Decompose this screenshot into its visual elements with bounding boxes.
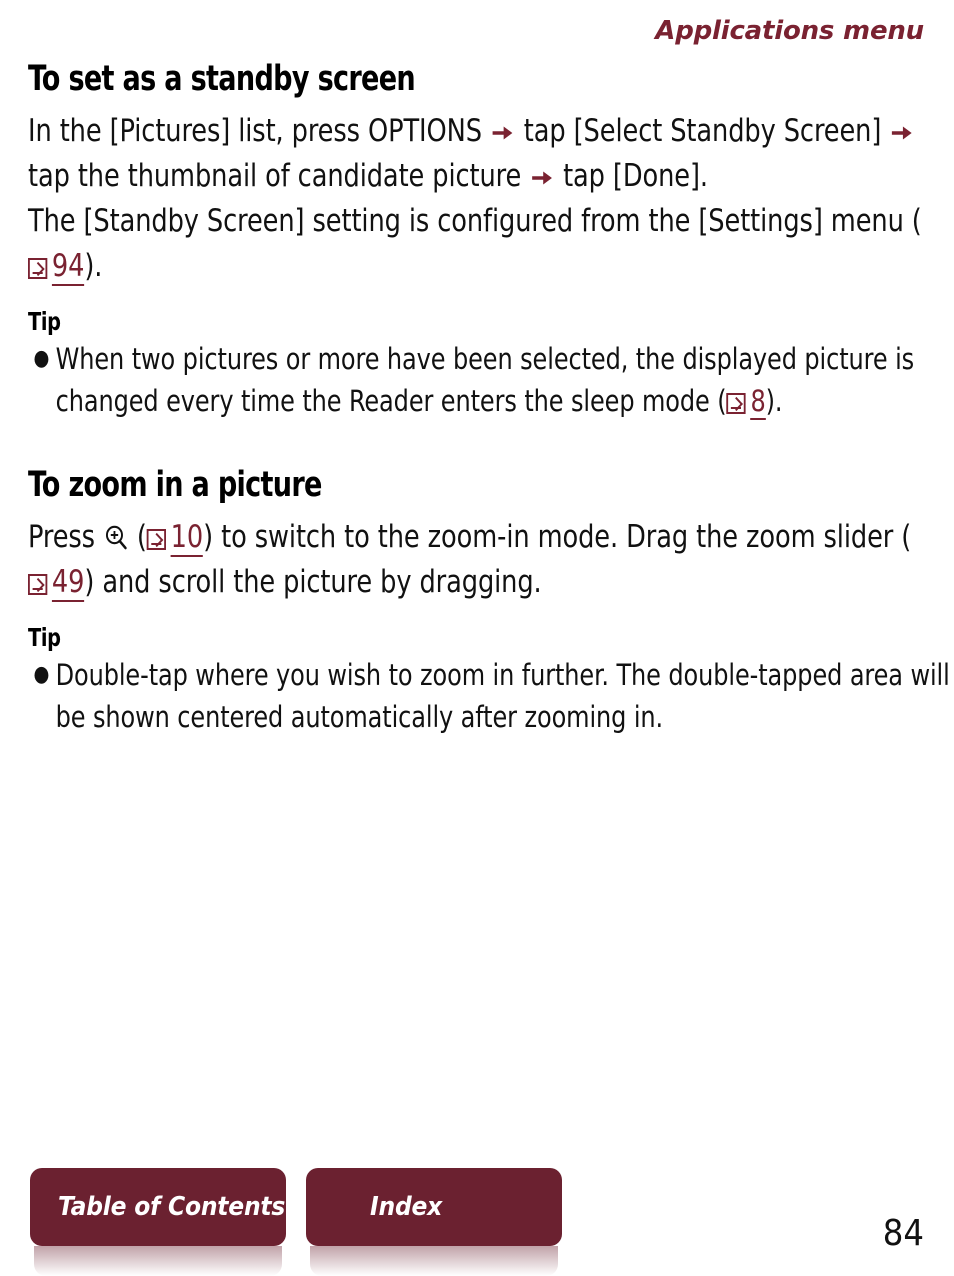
paragraph-standby-instructions: In the [Pictures] list, press OPTIONS ta… <box>28 109 925 289</box>
toc-button-reflection <box>34 1246 282 1276</box>
section-title-standby-screen: To set as a standby screen <box>28 59 416 99</box>
page-jump-icon <box>146 529 167 550</box>
footer-navigation: Table of Contents Index <box>30 1168 562 1276</box>
instruction-text-part4: tap [Done]. <box>555 158 708 194</box>
list-item: ● When two pictures or more have been sel… <box>28 338 954 422</box>
list-item: ● Double-tap where you wish to zoom in fu… <box>28 654 954 738</box>
instruction-text-part1: In the [Pictures] list, press OPTIONS <box>28 113 490 149</box>
page-reference-link[interactable]: 94 <box>28 248 85 286</box>
bullet-icon: ● <box>33 662 50 687</box>
page-number: 84 <box>882 1213 924 1254</box>
tip-heading-zoom: Tip <box>28 623 61 652</box>
tip-heading-standby: Tip <box>28 307 61 336</box>
page-reference-link[interactable]: 10 <box>146 519 204 557</box>
right-arrow-icon <box>492 123 514 143</box>
page-reference-link[interactable]: 49 <box>28 564 85 602</box>
page-jump-icon <box>726 393 746 414</box>
instruction-text-part2: tap [Select Standby Screen] <box>515 113 890 149</box>
page-reference-number: 94 <box>51 248 85 286</box>
document-page: Applications menu To set as a standby sc… <box>0 0 954 1276</box>
page-content: To set as a standby screen In the [Pictu… <box>28 59 950 738</box>
page-jump-icon <box>28 258 48 279</box>
page-reference-number: 8 <box>750 384 766 420</box>
right-arrow-icon <box>531 168 553 188</box>
paragraph-zoom-instructions: Press (10) to switch to the zoom-in mode… <box>28 515 925 605</box>
standby-setting-text-post: ). <box>84 248 103 284</box>
page-jump-icon <box>28 574 48 595</box>
table-of-contents-button[interactable]: Table of Contents <box>30 1168 286 1246</box>
standby-setting-text-pre: The [Standby Screen] setting is configur… <box>28 203 922 239</box>
page-reference-number: 49 <box>51 564 85 602</box>
page-reference-number: 10 <box>170 519 204 557</box>
tip-text: Double-tap where you wish to zoom in fur… <box>55 658 950 734</box>
bullet-icon: ● <box>33 346 50 371</box>
zoom-in-icon <box>104 524 128 552</box>
tip-list-standby: ● When two pictures or more have been sel… <box>28 338 928 422</box>
zoom-text-mid2: ) to switch to the zoom-in mode. Drag th… <box>203 519 912 555</box>
index-button-wrap: Index <box>306 1168 562 1276</box>
tip-text-pre: When two pictures or more have been sele… <box>55 342 915 418</box>
zoom-text-pre: Press <box>28 519 104 555</box>
tip-text-post: ). <box>765 384 783 418</box>
right-arrow-icon <box>891 123 913 143</box>
running-header-title: Applications menu <box>655 16 924 46</box>
instruction-text-part3: tap the thumbnail of candidate picture <box>28 158 530 194</box>
zoom-text-mid1: ( <box>128 519 147 555</box>
page-reference-link[interactable]: 8 <box>726 384 766 420</box>
index-button[interactable]: Index <box>306 1168 562 1246</box>
zoom-text-post: ) and scroll the picture by dragging. <box>84 564 542 600</box>
tip-list-zoom: ● Double-tap where you wish to zoom in fu… <box>28 654 950 738</box>
index-button-reflection <box>310 1246 558 1276</box>
toc-button-wrap: Table of Contents <box>30 1168 286 1276</box>
section-title-zoom-picture: To zoom in a picture <box>28 465 322 505</box>
